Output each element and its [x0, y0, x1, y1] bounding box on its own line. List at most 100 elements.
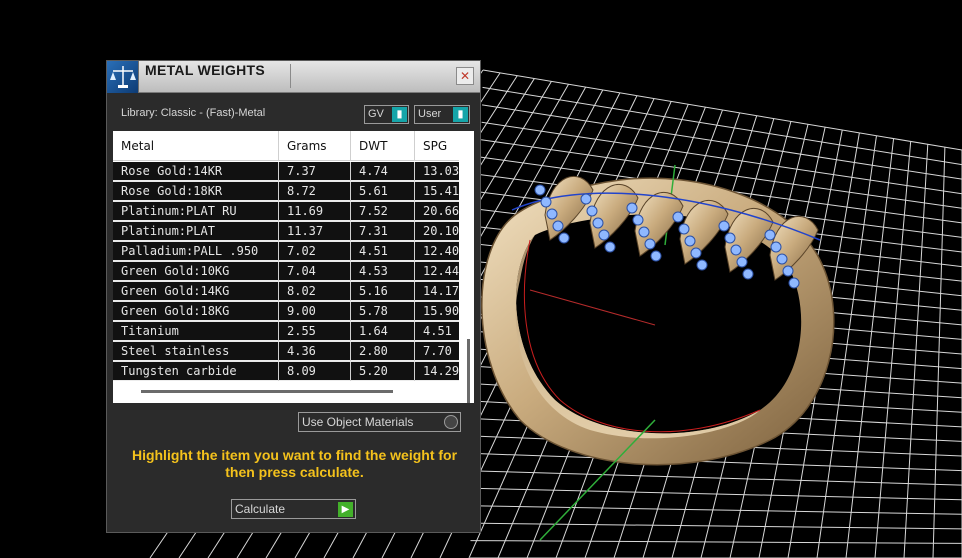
grid-line: [470, 522, 962, 530]
instruction-text: Highlight the item you want to find the …: [131, 447, 458, 480]
gv-toggle[interactable]: GV ▮: [364, 105, 409, 124]
grid-line: [472, 470, 962, 486]
user-toggle[interactable]: User ▮: [414, 105, 470, 124]
grams-cell: 8.09: [279, 362, 351, 381]
spg-cell: 12.40: [423, 244, 459, 258]
metal-cell: Platinum:PLAT: [113, 222, 279, 241]
grams-cell: 7.02: [279, 242, 351, 261]
metal-cell: Rose Gold:14KR: [113, 162, 279, 181]
user-toggle-label: User: [418, 108, 442, 120]
metal-cell: Green Gold:14KG: [113, 282, 279, 301]
spg-cell: 14.17: [423, 284, 459, 298]
scale-icon: [107, 61, 139, 93]
vertical-scrollbar[interactable]: [467, 339, 470, 403]
gemstone: [730, 244, 742, 256]
use-object-materials-button[interactable]: Use Object Materials: [298, 412, 461, 432]
table-row[interactable]: Rose Gold:14KR 7.37 4.74 13.03: [113, 162, 459, 181]
library-label: Library: Classic - (Fast)-Metal: [121, 107, 266, 119]
panel-title: METAL WEIGHTS: [145, 62, 266, 78]
gemstone: [672, 211, 684, 223]
gemstone: [638, 226, 650, 238]
grams-cell: 9.00: [279, 302, 351, 321]
horizontal-scrollbar[interactable]: [141, 390, 393, 393]
gemstone: [632, 214, 644, 226]
gemstone: [644, 238, 656, 250]
gemstone: [684, 235, 696, 247]
dwt-cell: 2.80: [351, 342, 415, 361]
spg-cell: 7.70: [423, 344, 452, 358]
spg-cell: 13.03: [423, 164, 459, 178]
dwt-cell: 5.16: [351, 282, 415, 301]
radio-knob-icon: [444, 415, 458, 429]
grams-cell: 2.55: [279, 322, 351, 341]
gv-toggle-label: GV: [368, 108, 384, 120]
table-row[interactable]: Steel stainless 4.36 2.80 7.70: [113, 342, 459, 361]
table-row[interactable]: Platinum:PLAT 11.37 7.31 20.10: [113, 222, 459, 241]
table-row[interactable]: Platinum:PLAT RU 11.69 7.52 20.66: [113, 202, 459, 221]
table-row[interactable]: Green Gold:10KG 7.04 4.53 12.44: [113, 262, 459, 281]
table-row[interactable]: Green Gold:18KG 9.00 5.78 15.90: [113, 302, 459, 321]
column-header-spg[interactable]: SPG: [415, 131, 459, 161]
grams-cell: 8.72: [279, 182, 351, 201]
table-row[interactable]: Tungsten carbide 8.09 5.20 14.29: [113, 362, 459, 381]
gemstone: [696, 259, 708, 271]
table-row[interactable]: Rose Gold:18KR 8.72 5.61 15.41: [113, 182, 459, 201]
grid-line: [471, 487, 962, 501]
gemstone: [788, 277, 800, 289]
column-header-metal[interactable]: Metal: [113, 131, 279, 161]
dwt-cell: 7.52: [351, 202, 415, 221]
panel-titlebar[interactable]: METAL WEIGHTS ✕: [107, 61, 480, 93]
calculate-button[interactable]: Calculate ▶: [231, 499, 356, 519]
gemstone: [736, 256, 748, 268]
table-row[interactable]: Palladium:PALL .950 7.02 4.51 12.40: [113, 242, 459, 261]
grid-line: [470, 540, 962, 544]
dwt-cell: 1.64: [351, 322, 415, 341]
toggle-knob-icon: ▮: [392, 107, 407, 122]
table-row[interactable]: Green Gold:14KG 8.02 5.16 14.17: [113, 282, 459, 301]
grams-cell: 7.37: [279, 162, 351, 181]
ring-model[interactable]: [481, 164, 835, 541]
table-body: Rose Gold:14KR 7.37 4.74 13.03 Rose Gold…: [113, 162, 459, 381]
gemstone: [678, 223, 690, 235]
toggle-knob-icon: ▮: [453, 107, 468, 122]
ring-band-inner: [516, 214, 802, 434]
grams-cell: 7.04: [279, 262, 351, 281]
spg-cell: 20.66: [423, 204, 459, 218]
dwt-cell: 5.78: [351, 302, 415, 321]
gemstone: [718, 220, 730, 232]
gemstone: [782, 265, 794, 277]
metal-table[interactable]: Metal Grams DWT SPG Rose Gold:14KR 7.37 …: [113, 131, 474, 403]
spg-cell: 20.10: [423, 224, 459, 238]
metal-cell: Rose Gold:18KR: [113, 182, 279, 201]
dwt-cell: 4.53: [351, 262, 415, 281]
gemstone: [764, 229, 776, 241]
gemstone: [626, 202, 638, 214]
metal-cell: Platinum:PLAT RU: [113, 202, 279, 221]
gemstone: [592, 217, 604, 229]
metal-cell: Tungsten carbide: [113, 362, 279, 381]
gemstone: [540, 196, 552, 208]
dwt-cell: 5.20: [351, 362, 415, 381]
title-divider: [290, 64, 291, 88]
gemstone: [742, 268, 754, 280]
metal-weights-panel: METAL WEIGHTS ✕ Library: Classic - (Fast…: [106, 60, 481, 533]
gemstone: [534, 184, 546, 196]
dwt-cell: 7.31: [351, 222, 415, 241]
gemstone: [604, 241, 616, 253]
table-row[interactable]: Titanium 2.55 1.64 4.51: [113, 322, 459, 341]
use-object-materials-label: Use Object Materials: [302, 415, 414, 429]
dwt-cell: 4.51: [351, 242, 415, 261]
gemstone: [598, 229, 610, 241]
metal-cell: Palladium:PALL .950: [113, 242, 279, 261]
close-button[interactable]: ✕: [456, 67, 474, 85]
gemstone: [552, 220, 564, 232]
spg-cell: 4.51: [423, 324, 452, 338]
gemstone: [586, 205, 598, 217]
column-header-grams[interactable]: Grams: [279, 131, 351, 161]
gemstone: [650, 250, 662, 262]
column-header-dwt[interactable]: DWT: [351, 131, 415, 161]
spg-cell: 15.41: [423, 184, 459, 198]
spg-cell: 14.29: [423, 364, 459, 378]
metal-cell: Steel stainless: [113, 342, 279, 361]
grid-line: [845, 138, 895, 558]
